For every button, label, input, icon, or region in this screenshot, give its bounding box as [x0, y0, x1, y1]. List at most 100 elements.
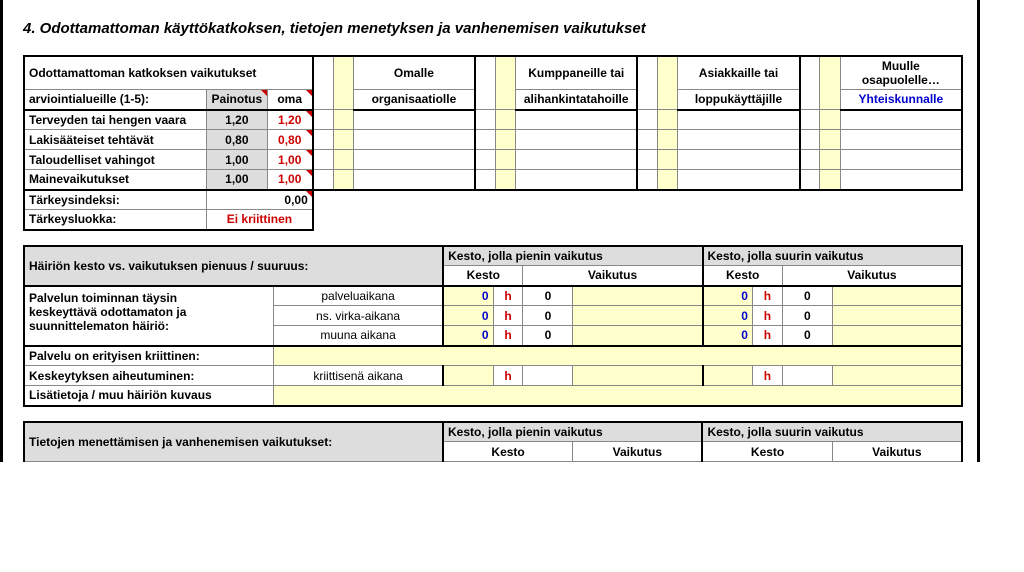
hdr-suur: Kesto, jolla suurin vaikutus: [703, 246, 962, 266]
oma-cell[interactable]: 1,00: [267, 170, 313, 190]
input-cell[interactable]: [495, 110, 515, 130]
input-cell[interactable]: [832, 326, 962, 346]
input-cell[interactable]: [820, 150, 840, 170]
kesk-value: kriittisenä aikana: [273, 366, 443, 386]
col-kumpp-2: alihankintatahoille: [516, 90, 638, 110]
val-cell: 0: [523, 326, 573, 346]
input-cell[interactable]: [333, 150, 353, 170]
painotus-cell[interactable]: 0,80: [207, 130, 268, 150]
painotus-cell[interactable]: 1,00: [207, 150, 268, 170]
input-cell[interactable]: [573, 326, 703, 346]
input-cell[interactable]: [495, 130, 515, 150]
unit-h: h: [493, 306, 523, 326]
hdr-painotus: Painotus: [207, 90, 268, 110]
input-cell[interactable]: [573, 366, 703, 386]
val-cell[interactable]: 0: [443, 326, 493, 346]
hdr-pien: Kesto, jolla pienin vaikutus: [443, 422, 702, 442]
hdr-loss: Tietojen menettämisen ja vanhenemisen va…: [24, 422, 443, 462]
input-cell[interactable]: [820, 170, 840, 190]
val-cell: 0: [782, 306, 832, 326]
crit-label: Palvelu on erityisen kriittinen:: [24, 346, 273, 366]
row-label: Lakisääteiset tehtävät: [24, 130, 207, 150]
val-cell: 0: [782, 326, 832, 346]
unit-h: h: [493, 286, 523, 306]
col-omalle-1: Omalle: [353, 56, 475, 90]
sub-vaik: Vaikutus: [573, 442, 703, 462]
unit-h: h: [752, 286, 782, 306]
unit-h: h: [493, 366, 523, 386]
val-cell: 0: [782, 286, 832, 306]
input-cell[interactable]: [495, 170, 515, 190]
idx-label: Tärkeysindeksi:: [24, 190, 207, 210]
lisa-label: Lisätietoja / muu häiriön kuvaus: [24, 386, 273, 406]
hdr-pien: Kesto, jolla pienin vaikutus: [443, 246, 702, 266]
row-label: Terveyden tai hengen vaara: [24, 110, 207, 130]
hdr-suur: Kesto, jolla suurin vaikutus: [702, 422, 962, 442]
input-cell[interactable]: [820, 130, 840, 150]
sub-kesto: Kesto: [443, 442, 573, 462]
col-kumpp-1: Kumppaneille tai: [516, 56, 638, 90]
hdr-main: Odottamattoman katkoksen vaikutukset: [24, 56, 313, 90]
oma-cell[interactable]: 1,00: [267, 150, 313, 170]
input-cell[interactable]: [832, 286, 962, 306]
col-asiak-2: loppukäyttäjille: [678, 90, 800, 110]
time-label: palveluaikana: [273, 286, 443, 306]
input-cell[interactable]: [658, 110, 678, 130]
input-cell[interactable]: [333, 130, 353, 150]
sub-vaik: Vaikutus: [782, 266, 962, 286]
oma-cell[interactable]: 1,20: [267, 110, 313, 130]
col-omalle-2: organisaatiolle: [353, 90, 475, 110]
luokka-label: Tärkeysluokka:: [24, 210, 207, 230]
hdr-duration: Häiriön kesto vs. vaikutuksen pienuus / …: [24, 246, 443, 286]
hdr-oma: oma: [267, 90, 313, 110]
time-label: ns. virka-aikana: [273, 306, 443, 326]
unit-h: h: [752, 366, 782, 386]
input-cell[interactable]: [333, 170, 353, 190]
sub-vaik: Vaikutus: [832, 442, 962, 462]
input-cell[interactable]: [820, 110, 840, 130]
col-asiak-1: Asiakkaille tai: [678, 56, 800, 90]
oma-cell[interactable]: 0,80: [267, 130, 313, 150]
sub-kesto: Kesto: [702, 442, 832, 462]
idx-value: 0,00: [207, 190, 313, 210]
col-muu-1: Muulle osapuolelle…: [840, 56, 962, 90]
lisa-input[interactable]: [273, 386, 962, 406]
loss-table: Tietojen menettämisen ja vanhenemisen va…: [23, 421, 963, 463]
val-cell[interactable]: 0: [443, 286, 493, 306]
crit-input[interactable]: [273, 346, 962, 366]
painotus-cell[interactable]: 1,00: [207, 170, 268, 190]
section-title: 4. Odottamattoman käyttökatkoksen, tieto…: [23, 20, 957, 37]
input-cell[interactable]: [573, 306, 703, 326]
input-cell[interactable]: [832, 366, 962, 386]
row-label: Mainevaikutukset: [24, 170, 207, 190]
input-cell[interactable]: [832, 306, 962, 326]
input-cell[interactable]: [333, 110, 353, 130]
col-muu-2[interactable]: Yhteiskunnalle: [840, 90, 962, 110]
duration-table: Häiriön kesto vs. vaikutuksen pienuus / …: [23, 245, 963, 407]
val-cell[interactable]: 0: [443, 306, 493, 326]
input-cell[interactable]: [703, 366, 753, 386]
sub-kesto: Kesto: [443, 266, 523, 286]
luokka-value: Ei kriittinen: [207, 210, 313, 230]
val-cell: 0: [523, 306, 573, 326]
hdr-sub: arviointialueille (1-5):: [24, 90, 207, 110]
desc-block: Palvelun toiminnan täysin keskeyttävä od…: [24, 286, 273, 346]
impact-table: Odottamattoman katkoksen vaikutukset Oma…: [23, 55, 963, 231]
input-cell[interactable]: [658, 150, 678, 170]
painotus-cell[interactable]: 1,20: [207, 110, 268, 130]
input-cell[interactable]: [573, 286, 703, 306]
input-cell[interactable]: [658, 170, 678, 190]
val-cell[interactable]: 0: [703, 286, 753, 306]
val-cell[interactable]: 0: [703, 326, 753, 346]
input-cell[interactable]: [443, 366, 493, 386]
input-cell[interactable]: [495, 150, 515, 170]
kesk-label: Keskeytyksen aiheutuminen:: [24, 366, 273, 386]
sub-vaik: Vaikutus: [523, 266, 703, 286]
unit-h: h: [752, 306, 782, 326]
row-label: Taloudelliset vahingot: [24, 150, 207, 170]
input-cell[interactable]: [658, 130, 678, 150]
time-label: muuna aikana: [273, 326, 443, 346]
val-cell[interactable]: 0: [703, 306, 753, 326]
unit-h: h: [752, 326, 782, 346]
unit-h: h: [493, 326, 523, 346]
